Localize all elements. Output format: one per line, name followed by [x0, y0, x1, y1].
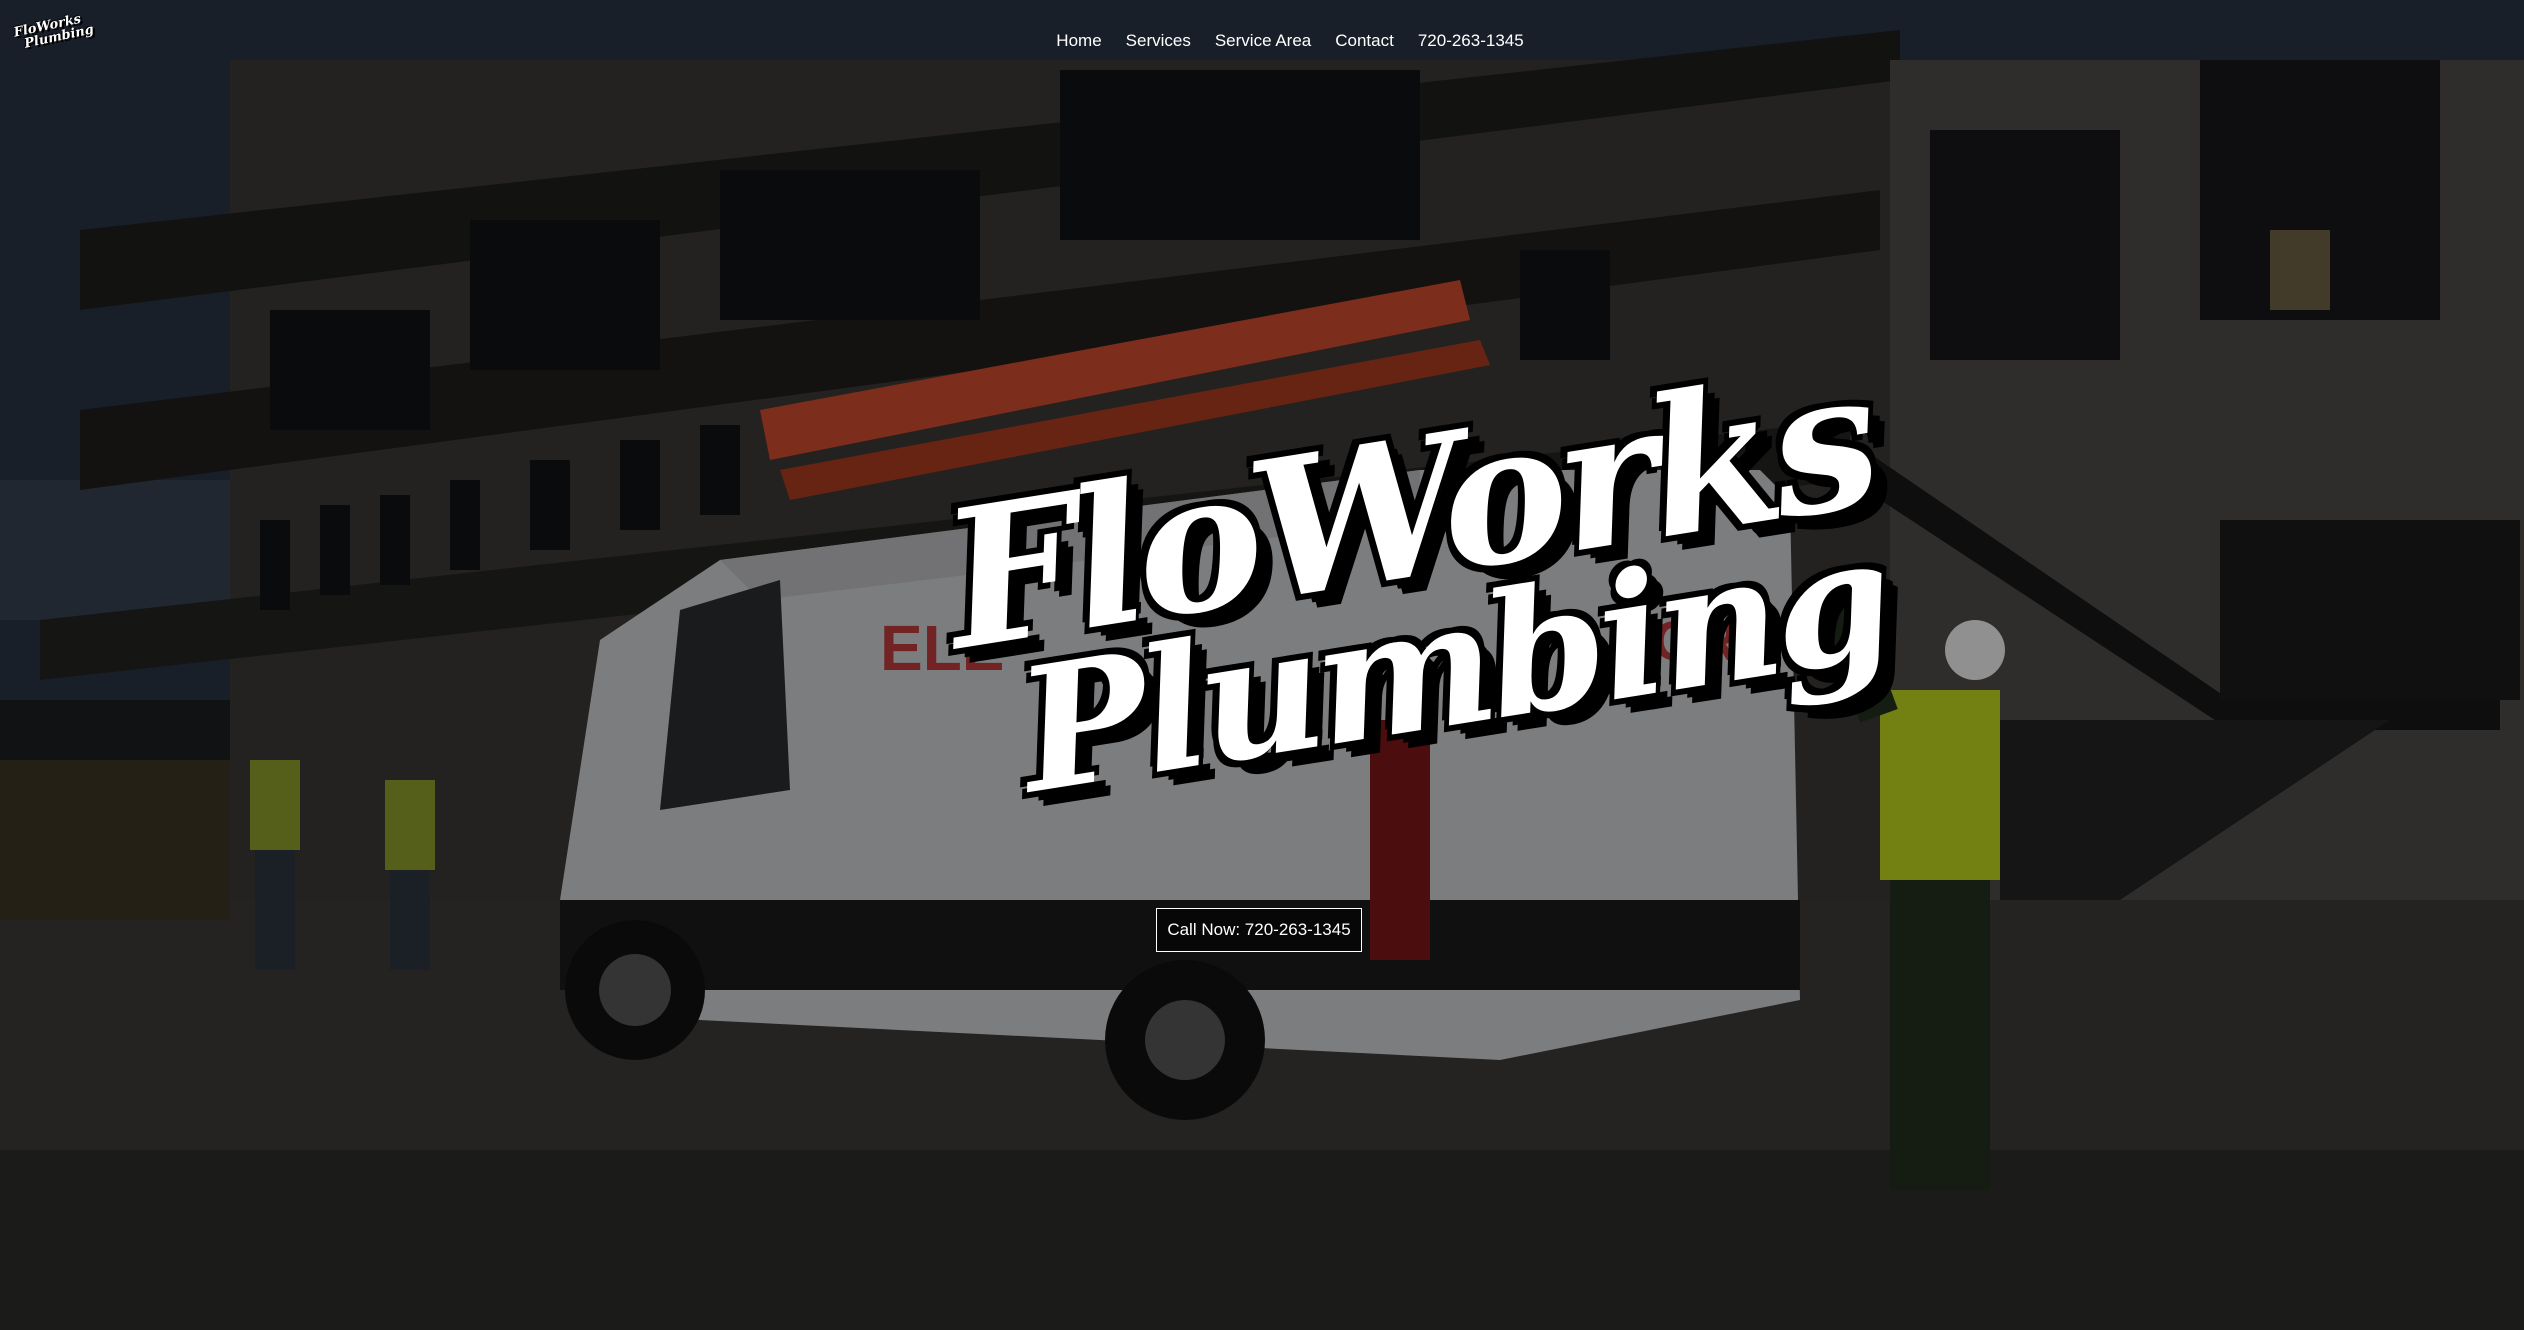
nav-home[interactable]: Home	[1044, 31, 1113, 51]
main-navigation: Home Services Service Area Contact 720-2…	[0, 24, 2524, 58]
nav-services[interactable]: Services	[1114, 31, 1203, 51]
nav-contact[interactable]: Contact	[1323, 31, 1406, 51]
nav-phone[interactable]: 720-263-1345	[1406, 31, 1536, 51]
nav-service-area[interactable]: Service Area	[1203, 31, 1323, 51]
hero-section: ELE TOR FloWorks Plumbing Home Services …	[0, 0, 2524, 1330]
call-now-button[interactable]: Call Now: 720-263-1345	[1156, 908, 1362, 952]
